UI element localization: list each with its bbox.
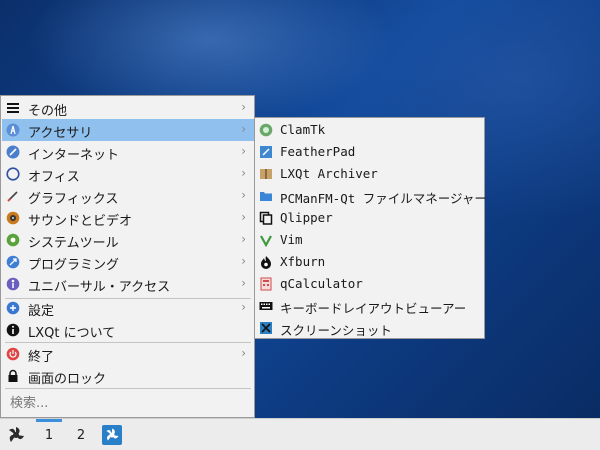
archiver-icon [259, 167, 273, 181]
submenu-item-label: PCManFM-Qt ファイルマネージャー [280, 191, 487, 206]
menu-item-label: サウンドとビデオ [28, 214, 133, 229]
chevron-right-icon: › [241, 210, 246, 224]
submenu-item-label: FeatherPad [280, 144, 356, 159]
screenshot-icon [259, 321, 273, 335]
menu-item-other[interactable]: その他 › [2, 97, 254, 119]
office-icon [6, 167, 20, 181]
calculator-icon [259, 277, 273, 291]
chevron-right-icon: › [241, 122, 246, 136]
submenu-item-clamtk[interactable]: ClamTk [256, 119, 484, 141]
menu-item-label: グラフィックス [28, 192, 119, 207]
vim-icon [259, 233, 273, 247]
submenu-item-archiver[interactable]: LXQt Archiver [256, 163, 484, 185]
chevron-right-icon: › [241, 188, 246, 202]
chevron-right-icon: › [241, 276, 246, 290]
keyboard-icon [259, 299, 273, 313]
submenu-item-qcalculator[interactable]: qCalculator [256, 273, 484, 295]
qlipper-icon [259, 211, 273, 225]
accessibility-icon [6, 277, 20, 291]
menu-search-input[interactable]: 検索... [2, 392, 254, 416]
menu-item-programming[interactable]: プログラミング › [2, 251, 254, 273]
submenu-item-label: スクリーンショット [280, 323, 392, 338]
menu-item-system-tools[interactable]: システムツール › [2, 229, 254, 251]
menu-item-label: システムツール [28, 236, 119, 251]
menu-item-graphics[interactable]: グラフィックス › [2, 185, 254, 207]
submenu-item-xfburn[interactable]: Xfburn [256, 251, 484, 273]
submenu-item-label: Xfburn [280, 254, 326, 269]
menu-item-lock-screen[interactable]: 画面のロック [2, 365, 254, 387]
submenu-item-label: ClamTk [280, 122, 326, 137]
submenu-item-label: LXQt Archiver [280, 166, 378, 181]
submenu-item-label: qCalculator [280, 276, 363, 291]
info-icon [6, 323, 20, 337]
submenu-item-label: キーボードレイアウトビューアー [280, 301, 467, 316]
workspace-1-button[interactable]: 1 [36, 419, 62, 450]
submenu-item-screenshot[interactable]: スクリーンショット [256, 317, 484, 339]
folder-icon [259, 189, 273, 203]
lock-icon [6, 369, 20, 383]
menu-item-internet[interactable]: インターネット › [2, 141, 254, 163]
menu-item-label: オフィス [28, 170, 80, 185]
menu-item-label: その他 [28, 104, 68, 119]
menu-item-label: アクセサリ [28, 126, 93, 141]
menu-item-accessibility[interactable]: ユニバーサル・アクセス › [2, 273, 254, 295]
menu-separator [5, 388, 251, 389]
graphics-icon [6, 189, 20, 203]
chevron-right-icon: › [241, 144, 246, 158]
menu-item-leave[interactable]: 終了 › [2, 343, 254, 365]
menu-item-label: プログラミング [28, 258, 120, 273]
system-tools-icon [6, 233, 20, 247]
submenu-item-qlipper[interactable]: Qlipper [256, 207, 484, 229]
chevron-right-icon: › [241, 300, 246, 314]
multimedia-icon [6, 211, 20, 225]
submenu-item-keyboard-viewer[interactable]: キーボードレイアウトビューアー [256, 295, 484, 317]
clamtk-icon [259, 123, 273, 137]
menu-item-accessories[interactable]: アクセサリ › [2, 119, 254, 141]
chevron-right-icon: › [241, 232, 246, 246]
featherpad-icon [259, 145, 273, 159]
menu-item-label: ユニバーサル・アクセス [28, 280, 171, 295]
menu-item-label: 設定 [28, 304, 55, 319]
submenu-item-vim[interactable]: Vim [256, 229, 484, 251]
submenu-item-featherpad[interactable]: FeatherPad [256, 141, 484, 163]
submenu-item-label: Vim [280, 232, 303, 247]
taskbar: 1 2 [0, 418, 600, 450]
menu-item-label: 画面のロック [28, 372, 107, 387]
workspace-2-button[interactable]: 2 [68, 419, 94, 450]
menu-item-label: インターネット [28, 148, 120, 163]
lxqt-app-icon [106, 428, 119, 441]
list-icon [6, 101, 20, 115]
start-menu-button[interactable] [4, 423, 28, 447]
chevron-right-icon: › [241, 346, 246, 360]
taskbar-app-button[interactable] [102, 425, 122, 445]
accessories-submenu: ClamTk FeatherPad LXQt Archiver PCManFM-… [254, 117, 487, 339]
programming-icon [6, 255, 20, 269]
menu-item-office[interactable]: オフィス › [2, 163, 254, 185]
menu-item-about[interactable]: LXQt について [2, 319, 254, 341]
submenu-item-label: Qlipper [280, 210, 333, 225]
chevron-right-icon: › [241, 100, 246, 114]
power-icon [6, 347, 20, 361]
menu-item-multimedia[interactable]: サウンドとビデオ › [2, 207, 254, 229]
chevron-right-icon: › [241, 254, 246, 268]
submenu-item-file-manager[interactable]: PCManFM-Qt ファイルマネージャー [256, 185, 487, 207]
application-menu: その他 › アクセサリ › インターネット › オフィス › グラフィックス › [0, 95, 255, 418]
internet-icon [6, 145, 20, 159]
settings-icon [6, 301, 20, 315]
menu-item-label: LXQt について [28, 326, 116, 341]
chevron-right-icon: › [241, 166, 246, 180]
accessories-icon [6, 123, 20, 137]
menu-item-settings[interactable]: 設定 › [2, 297, 254, 319]
menu-item-label: 終了 [28, 350, 55, 365]
xfburn-icon [259, 255, 273, 269]
lxqt-logo-icon [9, 427, 24, 442]
